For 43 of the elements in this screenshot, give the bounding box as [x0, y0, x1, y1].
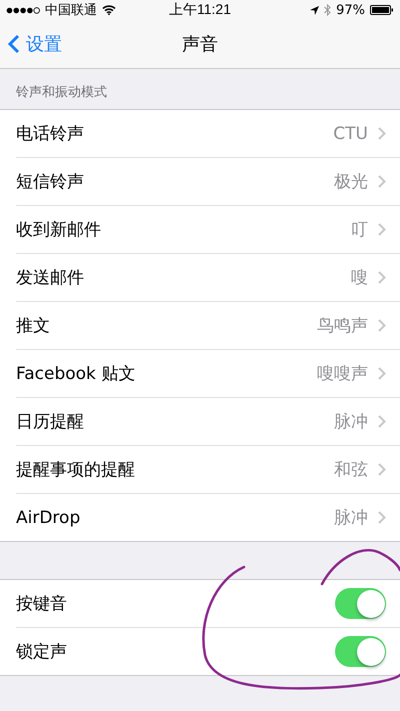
location-icon [310, 6, 320, 14]
chevron-icon[interactable] [378, 367, 386, 380]
row-label: 推文 [16, 315, 51, 337]
chevron-icon[interactable] [378, 127, 386, 140]
row-value: 鸟鸣声 [317, 315, 368, 337]
row-label: AirDrop [16, 508, 82, 528]
row-value: 脉冲 [334, 507, 368, 529]
chevron-icon[interactable] [378, 415, 386, 428]
bluetooth-icon [324, 4, 332, 16]
row-label: 锁定声 [16, 641, 68, 663]
row-label: 短信铃声 [16, 171, 85, 193]
signal-icon [6, 6, 40, 14]
chevron-icon [8, 34, 20, 54]
row-value: 极光 [334, 171, 368, 193]
row-value: 叮 [351, 219, 368, 241]
row-label: 日历提醒 [16, 411, 85, 433]
chevron-icon[interactable] [378, 463, 386, 476]
toggle-switch[interactable] [335, 636, 386, 667]
toggle-switch[interactable] [335, 588, 386, 619]
back-button[interactable]: 设置 [0, 24, 62, 64]
row-label: Facebook 贴文 [16, 363, 136, 385]
chevron-icon[interactable] [378, 175, 386, 188]
battery-percent: 97% [336, 2, 365, 18]
section-header: 铃声和振动模式 [15, 84, 108, 102]
row-value: CTU [333, 124, 368, 144]
row-label: 电话铃声 [16, 123, 85, 145]
row-value: 嗖嗖声 [317, 363, 368, 385]
row-value: 嗖 [351, 267, 368, 289]
row-label: 提醒事项的提醒 [16, 459, 136, 481]
row-label: 收到新邮件 [16, 219, 102, 241]
carrier: 中国联通 [45, 2, 97, 19]
row-value: 和弦 [334, 459, 368, 481]
row-label: 发送邮件 [16, 267, 85, 289]
clock: 上午11:21 [169, 1, 231, 19]
chevron-icon[interactable] [378, 271, 386, 284]
row-label: 按键音 [16, 593, 68, 615]
chevron-icon[interactable] [378, 319, 386, 332]
battery-icon [370, 5, 394, 15]
row-value: 脉冲 [334, 411, 368, 433]
wifi-icon [102, 5, 116, 15]
chevron-icon[interactable] [378, 223, 386, 236]
page-title: 声音 [182, 33, 218, 56]
chevron-icon[interactable] [378, 511, 386, 524]
